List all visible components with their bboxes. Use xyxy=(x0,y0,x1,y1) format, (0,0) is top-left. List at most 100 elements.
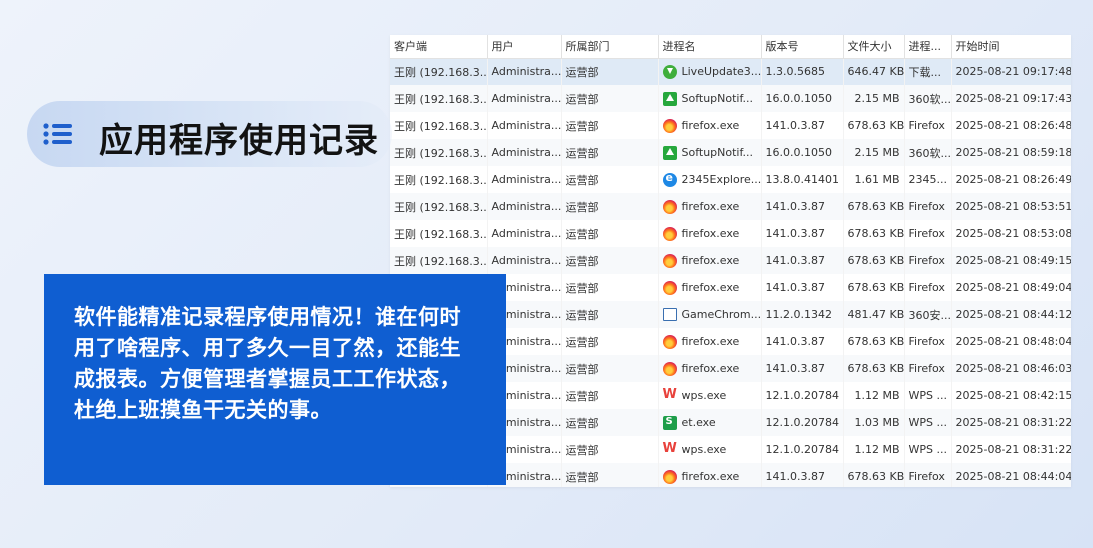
cell-start-time: 2025-08-21 08:44:04 xyxy=(951,463,1071,487)
column-header-user[interactable]: 用户 xyxy=(487,35,562,59)
column-header-department[interactable]: 所属部门 xyxy=(561,35,659,59)
et-app-icon xyxy=(662,415,677,430)
cell-client: 王刚 (192.168.3... xyxy=(390,85,488,112)
process-name-text: firefox.exe xyxy=(681,335,740,348)
column-header-client[interactable]: 客户端 xyxy=(390,35,488,59)
cell-process-desc: WPS ... xyxy=(904,382,952,409)
cell-process-desc: Firefox xyxy=(904,220,952,247)
cell-file-size: 678.63 KB xyxy=(843,274,905,301)
table-row[interactable]: 王刚 (192.168.3...Administra...运营部 firefox.… xyxy=(390,220,1071,247)
wps-app-icon xyxy=(663,441,677,457)
cell-start-time: 2025-08-21 08:46:03 xyxy=(951,355,1071,382)
cell-process-desc: Firefox xyxy=(904,247,952,274)
cell-process-desc: Firefox xyxy=(904,355,952,382)
cell-version: 16.0.0.1050 xyxy=(761,85,844,112)
table-row[interactable]: 王刚 (192.168.3... Administra... 运营部 SoftupNo… xyxy=(390,139,1071,166)
column-header-start-time[interactable]: 开始时间 xyxy=(951,35,1071,59)
process-name-text: firefox.exe xyxy=(681,362,740,375)
process-name-text: wps.exe xyxy=(681,389,727,402)
firefox-app-icon xyxy=(662,199,677,214)
description-text: 软件能精准记录程序使用情况！谁在何时用了啥程序、用了多久一目了然，还能生成报表。… xyxy=(74,305,461,422)
cell-process-name: 2345Explore... xyxy=(658,166,762,193)
cell-process-name: wps.exe xyxy=(658,382,762,409)
process-name-text: 2345Explore... xyxy=(681,173,761,186)
cell-process-desc: Firefox xyxy=(904,463,952,487)
process-name-text: wps.exe xyxy=(681,443,727,456)
process-name-text: LiveUpdate3... xyxy=(681,65,761,79)
cell-start-time: 2025-08-21 08:59:18 xyxy=(951,139,1071,166)
cell-user: Administra... xyxy=(487,193,562,220)
column-header-process-name[interactable]: 进程名 xyxy=(658,35,762,59)
process-name-text: firefox.exe xyxy=(681,119,740,132)
process-name-text: firefox.exe xyxy=(681,200,740,213)
cell-department: 运营部 xyxy=(561,382,659,409)
cell-client: 王刚 (192.168.3... xyxy=(390,247,488,274)
cell-department: 运营部 xyxy=(561,301,659,328)
cell-client: 王刚 (192.168.3... xyxy=(390,220,488,247)
cell-file-size: 678.63 KB xyxy=(843,355,905,382)
cell-version: 12.1.0.20784 xyxy=(761,436,844,463)
cell-process-name: firefox.exe xyxy=(658,274,762,301)
cell-user: Administra... xyxy=(487,85,562,112)
cell-process-name: firefox.exe xyxy=(658,220,762,247)
cell-process-desc: Firefox xyxy=(904,193,952,220)
cell-department: 运营部 xyxy=(561,463,659,487)
column-header-process-desc[interactable]: 进程... xyxy=(904,35,952,59)
cell-start-time: 2025-08-21 08:31:22 xyxy=(951,409,1071,436)
cell-file-size: 678.63 KB xyxy=(843,193,905,220)
cell-process-desc: WPS ... xyxy=(904,409,952,436)
table-row[interactable]: 王刚 (192.168.3... Administra... 运营部 LiveUpda… xyxy=(390,58,1071,85)
cell-version: 141.0.3.87 xyxy=(761,355,844,382)
cell-client: 王刚 (192.168.3... xyxy=(390,193,488,220)
cell-start-time: 2025-08-21 09:17:43 xyxy=(951,85,1071,112)
cell-start-time: 2025-08-21 08:53:08 xyxy=(951,220,1071,247)
cell-start-time: 2025-08-21 08:31:22 xyxy=(951,436,1071,463)
cell-version: 12.1.0.20784 xyxy=(761,382,844,409)
cell-process-desc: 360软... xyxy=(904,85,952,112)
cell-version: 12.1.0.20784 xyxy=(761,409,844,436)
process-name-text: firefox.exe xyxy=(681,227,740,240)
process-name-text: SoftupNotif... xyxy=(681,146,754,159)
cell-file-size: 2.15 MB xyxy=(843,139,905,166)
cell-department: 运营部 xyxy=(561,166,659,193)
cell-process-name: firefox.exe xyxy=(658,193,762,220)
cell-process-desc: WPS ... xyxy=(904,436,952,463)
cell-department: 运营部 xyxy=(561,58,659,85)
table-row[interactable]: 王刚 (192.168.3...Administra...运营部 firefox.… xyxy=(390,112,1071,139)
cell-start-time: 2025-08-21 08:44:12 xyxy=(951,301,1071,328)
cell-process-desc: 360软... xyxy=(904,139,952,166)
table-row[interactable]: 王刚 (192.168.3...Administra...运营部 2345Expl… xyxy=(390,166,1071,193)
cell-user: Administra... xyxy=(487,166,562,193)
cell-file-size: 481.47 KB xyxy=(843,301,905,328)
cell-department: 运营部 xyxy=(561,274,659,301)
cell-version: 16.0.0.1050 xyxy=(761,139,844,166)
table-row[interactable]: 王刚 (192.168.3...Administra...运营部 firefox.… xyxy=(390,247,1071,274)
page-title: 应用程序使用记录 xyxy=(99,121,379,161)
cell-version: 141.0.3.87 xyxy=(761,274,844,301)
game-app-icon xyxy=(662,308,677,321)
cell-department: 运营部 xyxy=(561,355,659,382)
firefox-app-icon xyxy=(662,118,677,133)
cell-department: 运营部 xyxy=(561,139,659,166)
firefox-app-icon xyxy=(662,226,677,241)
cell-file-size: 678.63 KB xyxy=(843,247,905,274)
column-header-file-size[interactable]: 文件大小 xyxy=(843,35,905,59)
softup-app-icon xyxy=(662,91,677,106)
process-name-text: firefox.exe xyxy=(681,470,740,483)
cell-start-time: 2025-08-21 09:17:48 xyxy=(951,58,1071,85)
column-header-version[interactable]: 版本号 xyxy=(761,35,844,59)
cell-process-name: firefox.exe xyxy=(658,247,762,274)
table-row[interactable]: 王刚 (192.168.3...Administra...运营部 firefox.… xyxy=(390,193,1071,220)
process-name-text: et.exe xyxy=(681,416,716,429)
cell-version: 11.2.0.1342 xyxy=(761,301,844,328)
2345-app-icon xyxy=(662,171,677,187)
cell-start-time: 2025-08-21 08:53:51 xyxy=(951,193,1071,220)
cell-client: 王刚 (192.168.3... xyxy=(390,58,488,85)
cell-process-desc: 下载... xyxy=(904,58,952,85)
process-name-text: SoftupNotif... xyxy=(681,92,754,105)
cell-process-name: et.exe xyxy=(658,409,762,436)
cell-process-name: GameChrom... xyxy=(658,301,762,328)
firefox-app-icon xyxy=(662,334,677,349)
cell-department: 运营部 xyxy=(561,112,659,139)
table-row[interactable]: 王刚 (192.168.3... Administra... 运营部 SoftupNo… xyxy=(390,85,1071,112)
